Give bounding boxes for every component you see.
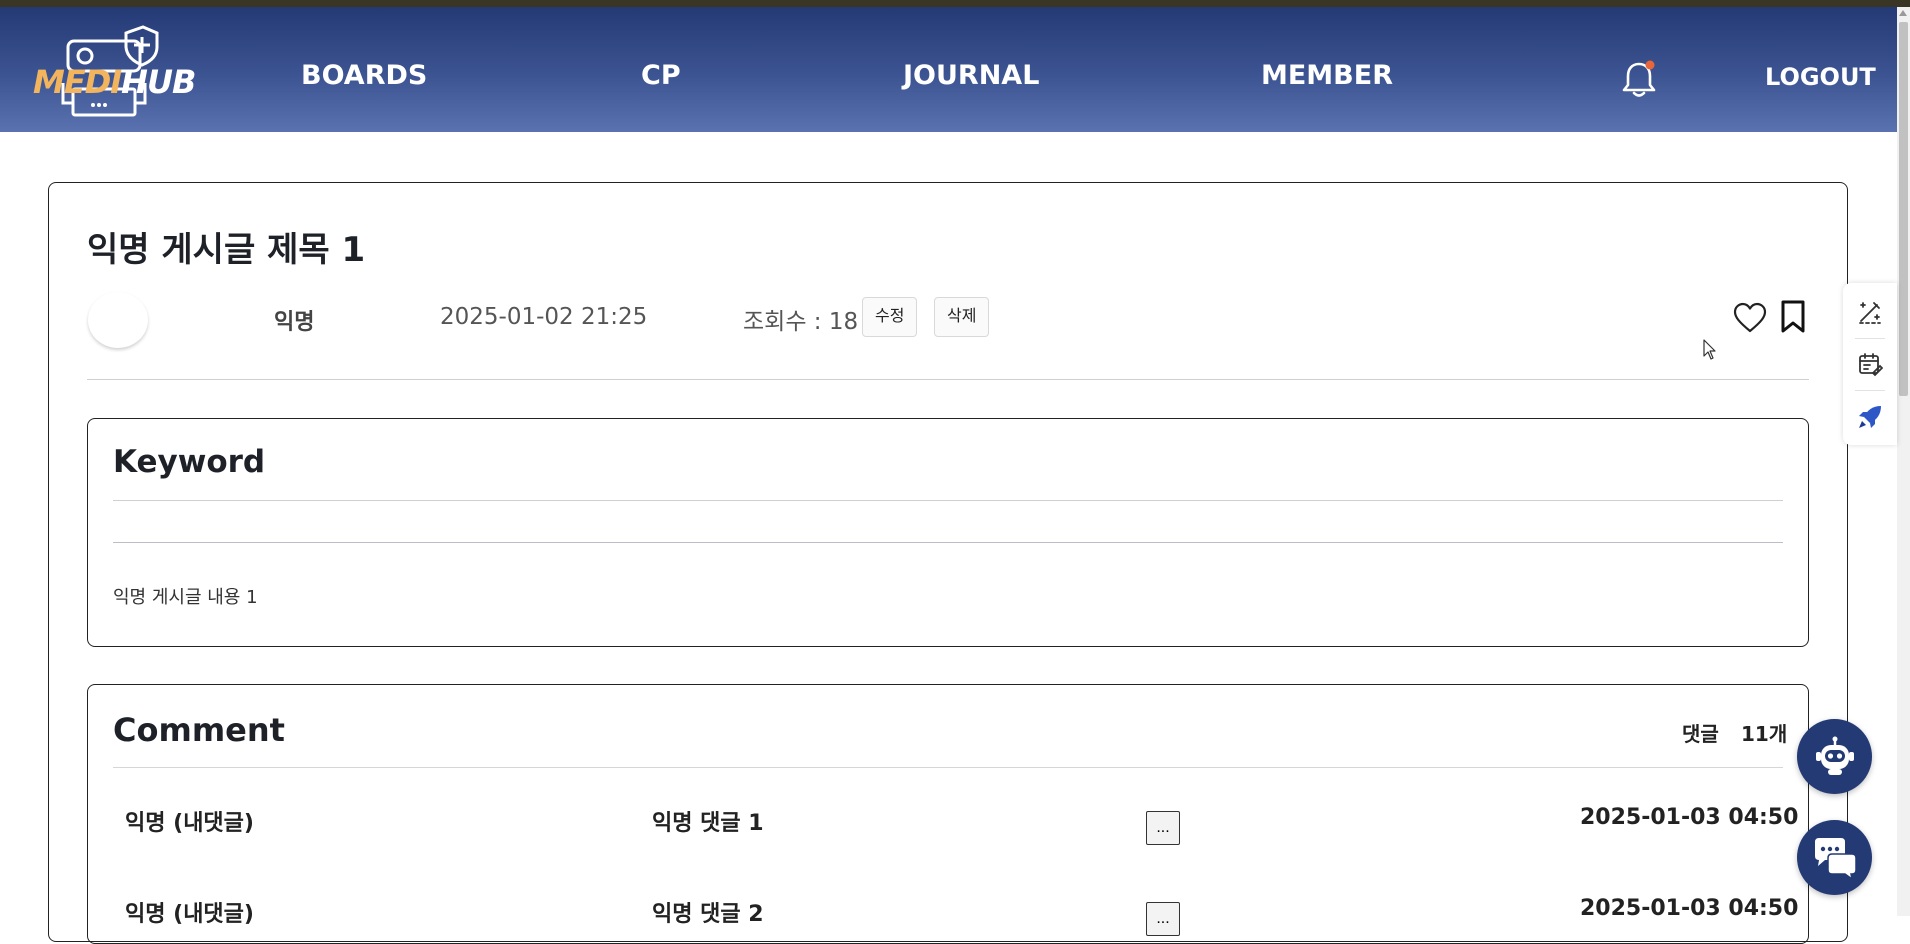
comment-count: 11개 bbox=[1741, 722, 1788, 746]
post-author: 익명 bbox=[274, 310, 315, 335]
nav-journal[interactable]: JOURNAL bbox=[903, 60, 1039, 91]
notification-bell-icon[interactable] bbox=[1620, 59, 1658, 99]
mouse-cursor-icon bbox=[1703, 339, 1717, 361]
medihub-logo[interactable]: MEDIHUB bbox=[33, 19, 196, 119]
comment-count-label: 댓글 bbox=[1682, 722, 1719, 746]
nav-cp[interactable]: CP bbox=[641, 60, 681, 91]
scrollbar-thumb[interactable] bbox=[1899, 22, 1908, 396]
comment-date: 2025-01-03 04:50 bbox=[1580, 805, 1799, 830]
post-date: 2025-01-02 21:25 bbox=[440, 304, 648, 330]
logout-button[interactable]: LOGOUT bbox=[1765, 63, 1876, 91]
keyword-title: Keyword bbox=[113, 444, 266, 480]
post-view-count: 조회수 : 18 bbox=[743, 309, 859, 335]
nav-boards[interactable]: BOARDS bbox=[301, 60, 427, 91]
scrollbar-up-arrow-icon[interactable] bbox=[1899, 10, 1907, 16]
logo-text-medi: MEDI bbox=[33, 63, 122, 101]
top-navigation-bar: MEDIHUB BOARDS CP JOURNAL MEMBER LOGOUT bbox=[0, 7, 1897, 132]
delete-post-button[interactable]: 삭제 bbox=[934, 297, 990, 337]
rocket-icon[interactable] bbox=[1843, 391, 1897, 443]
keyword-divider-top bbox=[113, 500, 1783, 501]
robot-chatbot-icon[interactable] bbox=[1797, 719, 1872, 794]
comment-text: 익명 댓글 2 bbox=[652, 902, 764, 927]
keyword-divider-bottom bbox=[113, 542, 1783, 543]
edit-wand-icon[interactable] bbox=[1843, 286, 1897, 338]
comment-more-button[interactable]: ... bbox=[1146, 811, 1180, 845]
calendar-edit-icon[interactable] bbox=[1843, 338, 1897, 390]
comment-divider bbox=[113, 767, 1783, 768]
comment-author: 익명 (내댓글) bbox=[125, 811, 254, 836]
author-avatar bbox=[88, 292, 148, 348]
comment-title: Comment bbox=[113, 711, 285, 749]
post-title: 익명 게시글 제목 1 bbox=[87, 230, 366, 270]
nav-member[interactable]: MEMBER bbox=[1261, 60, 1393, 91]
post-header-divider bbox=[87, 379, 1809, 380]
browser-top-strip bbox=[0, 0, 1910, 7]
heart-icon[interactable] bbox=[1733, 302, 1767, 334]
side-tool-panel bbox=[1843, 283, 1897, 445]
comment-author: 익명 (내댓글) bbox=[125, 902, 254, 927]
notification-dot bbox=[1645, 60, 1655, 70]
logo-wordmark: MEDIHUB bbox=[33, 63, 196, 101]
keyword-section bbox=[87, 418, 1809, 647]
comment-section bbox=[87, 684, 1809, 944]
comment-date: 2025-01-03 04:50 bbox=[1580, 896, 1799, 921]
comment-more-button[interactable]: ... bbox=[1146, 902, 1180, 936]
post-body-text: 익명 게시글 내용 1 bbox=[113, 587, 258, 608]
edit-post-button[interactable]: 수정 bbox=[862, 297, 918, 337]
chat-bubbles-icon[interactable] bbox=[1797, 820, 1872, 895]
bookmark-icon[interactable] bbox=[1780, 300, 1806, 334]
logo-text-hub: HUB bbox=[121, 63, 196, 101]
comment-text: 익명 댓글 1 bbox=[652, 811, 764, 836]
